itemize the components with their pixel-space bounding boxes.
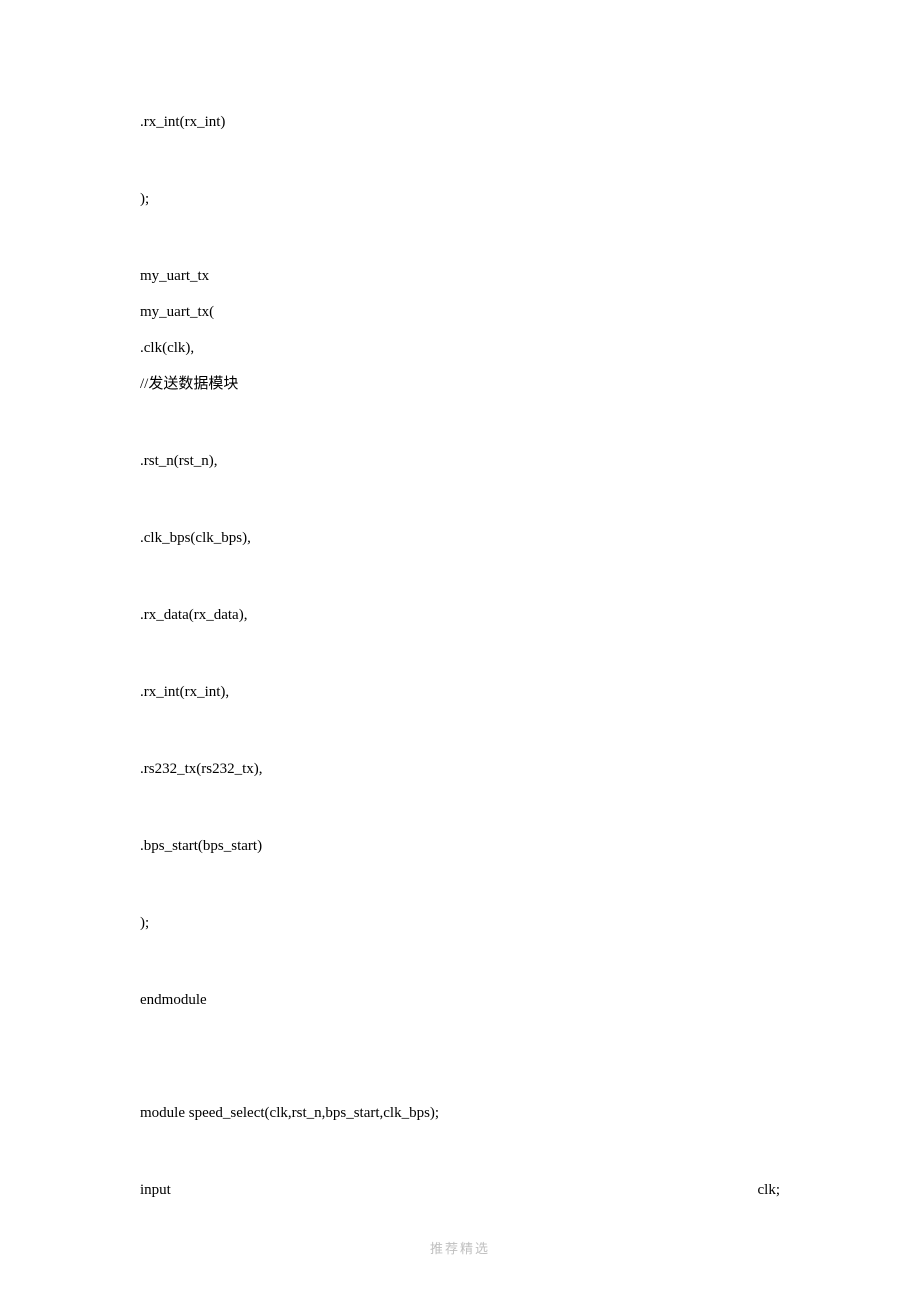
code-line: .rst_n(rst_n),: [140, 454, 780, 469]
code-keyword-input: input: [140, 1183, 171, 1198]
code-comment: //发送数据模块: [140, 377, 780, 392]
page-footer: 推荐精选: [0, 1238, 920, 1257]
code-line: .rx_data(rx_data),: [140, 608, 780, 623]
code-keyword-endmodule: endmodule: [140, 993, 780, 1008]
code-line: .bps_start(bps_start): [140, 839, 780, 854]
code-line: .rx_int(rx_int),: [140, 685, 780, 700]
code-line: .clk(clk),: [140, 341, 780, 356]
code-identifier: clk;: [758, 1183, 781, 1198]
code-line: );: [140, 916, 780, 931]
code-line: .rs232_tx(rs232_tx),: [140, 762, 780, 777]
code-line: );: [140, 192, 780, 207]
code-line: my_uart_tx(: [140, 305, 780, 320]
code-line: my_uart_tx: [140, 269, 780, 284]
code-module-decl: module speed_select(clk,rst_n,bps_start,…: [140, 1106, 780, 1121]
document-page: .rx_int(rx_int) ); my_uart_tx my_uart_tx…: [0, 0, 920, 1302]
code-line: .clk_bps(clk_bps),: [140, 531, 780, 546]
code-line: .rx_int(rx_int): [140, 115, 780, 130]
code-input-decl: input clk;: [140, 1183, 780, 1198]
